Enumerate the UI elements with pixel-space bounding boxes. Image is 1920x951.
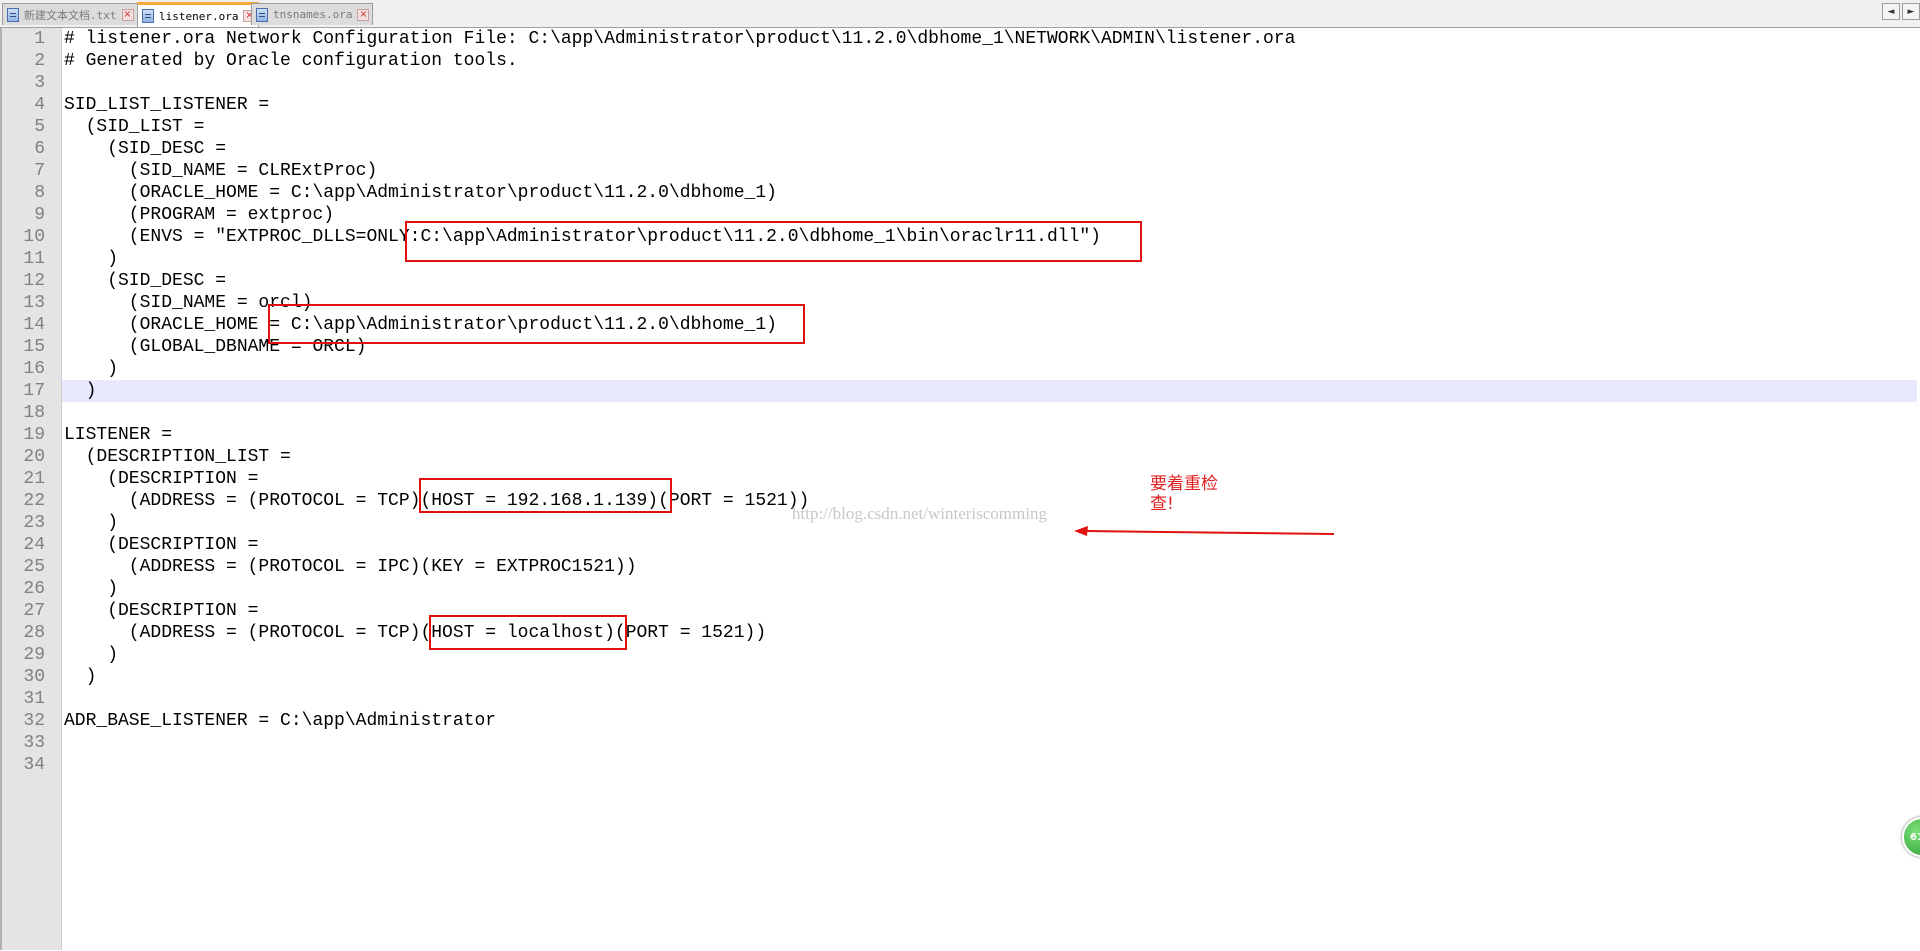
code-line[interactable]: (DESCRIPTION_LIST = <box>64 446 291 468</box>
line-number: 16 <box>23 359 45 379</box>
line-number: 29 <box>23 645 45 665</box>
line-number: 14 <box>23 315 45 335</box>
code-line[interactable]: (ORACLE_HOME = C:\app\Administrator\prod… <box>64 182 777 204</box>
tab-label: 新建文本文档.txt <box>24 8 117 22</box>
code-line[interactable]: ) <box>64 248 118 270</box>
code-line[interactable]: LISTENER = <box>64 424 172 446</box>
highlight-box-host-localhost <box>429 615 627 650</box>
code-line[interactable]: ) <box>64 380 97 402</box>
code-line[interactable]: ) <box>64 358 118 380</box>
line-number: 19 <box>23 425 45 445</box>
annotation-note: 要着重检查! <box>1150 474 1218 514</box>
line-number: 27 <box>23 601 45 621</box>
code-line[interactable]: (DESCRIPTION = <box>64 468 258 490</box>
line-number: 33 <box>23 733 45 753</box>
document-icon <box>142 9 154 23</box>
code-line[interactable]: # listener.ora Network Configuration Fil… <box>64 28 1295 50</box>
line-number: 22 <box>23 491 45 511</box>
document-icon <box>256 7 268 22</box>
line-number: 11 <box>23 249 45 269</box>
line-number: 6 <box>34 139 45 159</box>
line-number: 12 <box>23 271 45 291</box>
line-number: 25 <box>23 557 45 577</box>
line-number: 30 <box>23 667 45 687</box>
code-line[interactable]: (ADDRESS = (PROTOCOL = IPC)(KEY = EXTPRO… <box>64 556 637 578</box>
tab-tnsnames-ora[interactable]: tnsnames.ora × <box>251 3 374 25</box>
highlight-box-host-ip <box>419 478 672 513</box>
line-number: 26 <box>23 579 45 599</box>
line-number: 5 <box>34 117 45 137</box>
floating-badge[interactable]: 61 <box>1902 817 1920 857</box>
text-editor[interactable]: 1 # listener.ora Network Configuration Fi… <box>0 28 1920 950</box>
current-line-highlight <box>62 380 1917 402</box>
scroll-left-icon[interactable]: ◄ <box>1882 3 1900 20</box>
line-number: 3 <box>34 73 45 93</box>
line-number: 31 <box>23 689 45 709</box>
line-number: 34 <box>23 755 45 775</box>
line-number: 28 <box>23 623 45 643</box>
annotation-arrow-icon <box>1074 526 1335 536</box>
line-number: 20 <box>23 447 45 467</box>
line-number: 10 <box>23 227 45 247</box>
line-number: 15 <box>23 337 45 357</box>
line-number: 23 <box>23 513 45 533</box>
line-number: 9 <box>34 205 45 225</box>
document-icon <box>7 7 19 22</box>
tab-new-text-document[interactable]: 新建文本文档.txt × <box>2 3 138 25</box>
line-number: 32 <box>23 711 45 731</box>
code-line[interactable]: (SID_DESC = <box>64 270 226 292</box>
code-line[interactable]: (ADDRESS = (PROTOCOL = TCP)(HOST = local… <box>64 622 766 644</box>
line-number: 1 <box>34 29 45 49</box>
tab-scroll-controls: ◄ ► <box>1882 3 1920 20</box>
line-number: 17 <box>23 381 45 401</box>
code-line[interactable]: (DESCRIPTION = <box>64 600 258 622</box>
code-line[interactable]: (PROGRAM = extproc) <box>64 204 334 226</box>
tab-label: tnsnames.ora <box>273 8 353 21</box>
line-number: 18 <box>23 403 45 423</box>
code-line[interactable]: ) <box>64 512 118 534</box>
code-line[interactable]: (SID_NAME = CLRExtProc) <box>64 160 377 182</box>
line-number: 21 <box>23 469 45 489</box>
tab-bar: 新建文本文档.txt × listener.ora × tnsnames.ora… <box>0 0 1920 28</box>
code-line[interactable]: (SID_DESC = <box>64 138 226 160</box>
code-line[interactable]: (SID_LIST = <box>64 116 205 138</box>
highlight-box-oracle-home <box>268 304 805 344</box>
code-line[interactable]: ) <box>64 578 118 600</box>
scroll-right-icon[interactable]: ► <box>1902 3 1920 20</box>
line-number: 4 <box>34 95 45 115</box>
watermark: http://blog.csdn.net/winteriscomming <box>792 504 1047 523</box>
line-number: 8 <box>34 183 45 203</box>
line-number: 2 <box>34 51 45 71</box>
close-icon[interactable]: × <box>121 8 134 21</box>
highlight-box-dll-path <box>405 221 1142 262</box>
line-number: 7 <box>34 161 45 181</box>
code-line[interactable]: ) <box>64 644 118 666</box>
close-icon[interactable]: × <box>357 8 370 21</box>
line-number: 24 <box>23 535 45 555</box>
code-line[interactable]: # Generated by Oracle configuration tool… <box>64 50 518 72</box>
tab-listener-ora[interactable]: listener.ora × <box>137 2 260 27</box>
code-line[interactable]: ADR_BASE_LISTENER = C:\app\Administrator <box>64 710 496 732</box>
code-line[interactable]: (DESCRIPTION = <box>64 534 258 556</box>
tab-label: listener.ora <box>159 9 239 23</box>
code-line[interactable]: SID_LIST_LISTENER = <box>64 94 269 116</box>
line-number: 13 <box>23 293 45 313</box>
code-line[interactable]: ) <box>64 666 97 688</box>
